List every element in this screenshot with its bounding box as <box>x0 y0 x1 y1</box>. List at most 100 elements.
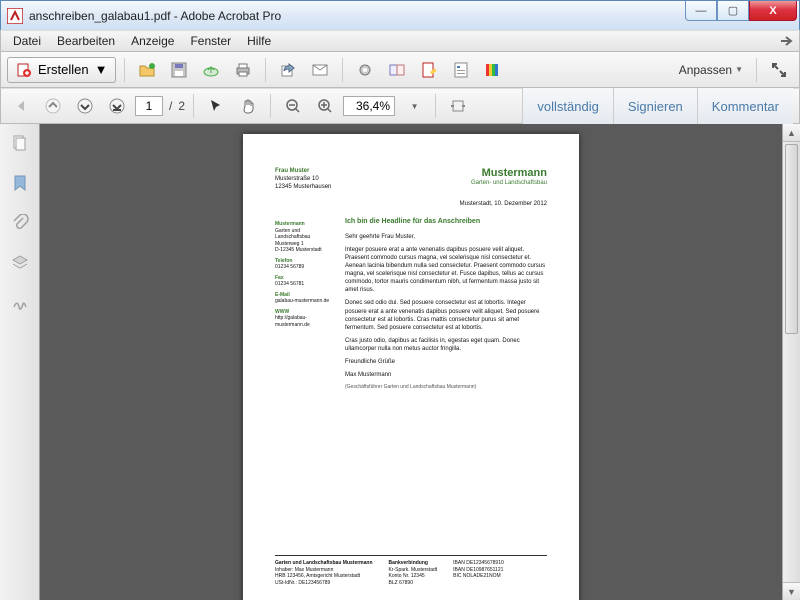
arrow-down-icon <box>77 98 93 114</box>
navigation-panel <box>0 124 40 600</box>
separator <box>435 94 436 118</box>
side-l1c: D-12345 Musterstadt <box>275 247 335 254</box>
acrobat-icon <box>7 8 23 24</box>
window-titlebar: anschreiben_galabau1.pdf - Adobe Acrobat… <box>0 0 800 30</box>
scroll-track[interactable] <box>783 142 800 582</box>
f3l1: IBAN DE12345678910 <box>453 560 504 567</box>
side-l4: galabau-mustermann.de <box>275 298 335 305</box>
anpassen-button[interactable]: Anpassen▼ <box>674 57 748 83</box>
fit-width-button[interactable] <box>444 93 472 119</box>
scroll-down-button[interactable]: ▼ <box>783 582 800 600</box>
scroll-thumb[interactable] <box>785 144 798 334</box>
page-down-button[interactable] <box>71 93 99 119</box>
signatures-icon[interactable] <box>11 294 29 312</box>
page-total: 2 <box>178 99 185 113</box>
separator <box>265 58 266 82</box>
combine-button[interactable] <box>383 57 411 83</box>
cursor-icon <box>208 98 224 114</box>
print-icon <box>234 61 252 79</box>
share-icon <box>279 61 297 79</box>
hand-tool-button[interactable] <box>234 93 262 119</box>
letter-headline: Ich bin die Headline für das Anschreiben <box>345 217 547 226</box>
document-viewport[interactable]: Frau Muster Musterstraße 10 12345 Muster… <box>40 124 782 600</box>
bookmarks-icon[interactable] <box>11 174 29 192</box>
email-button[interactable] <box>306 57 334 83</box>
tab-kommentar[interactable]: Kommentar <box>697 88 793 124</box>
letter-p3: Cras justo odio, dapibus ac facilisis in… <box>345 337 547 353</box>
create-button[interactable]: Erstellen ▼ <box>7 57 116 83</box>
select-tool-button[interactable] <box>202 93 230 119</box>
reading-mode-button[interactable] <box>765 57 793 83</box>
chevron-down-icon: ▼ <box>411 102 419 111</box>
scroll-up-button[interactable]: ▲ <box>783 124 800 142</box>
cloud-button[interactable] <box>197 57 225 83</box>
window-maximize-button[interactable]: ▢ <box>717 1 749 21</box>
zoom-input[interactable] <box>343 96 395 116</box>
letter-closing: Freundliche Grüße <box>345 358 547 366</box>
brand-sub: Garten- und Landschaftsbau <box>471 180 547 186</box>
letterhead-brand: Mustermann Garten- und Landschaftsbau <box>471 168 547 191</box>
gear-icon <box>356 61 374 79</box>
edit-pdf-icon <box>420 61 438 79</box>
zoom-dropdown[interactable]: ▼ <box>399 93 427 119</box>
zoom-in-button[interactable] <box>311 93 339 119</box>
letter-body: Ich bin die Headline für das Anschreiben… <box>345 217 547 555</box>
hand-icon <box>240 98 256 114</box>
arrow-up-icon <box>45 98 61 114</box>
edit-pdf-button[interactable] <box>415 57 443 83</box>
tab-vollstaendig[interactable]: vollständig <box>522 88 612 124</box>
print-button[interactable] <box>229 57 257 83</box>
cloud-icon <box>202 61 220 79</box>
content-area: Frau Muster Musterstraße 10 12345 Muster… <box>0 124 800 600</box>
window-controls: — ▢ X <box>685 1 797 21</box>
first-page-button[interactable] <box>7 93 35 119</box>
share-button[interactable] <box>274 57 302 83</box>
attachments-icon[interactable] <box>11 214 29 232</box>
recipient-address: Frau Muster Musterstraße 10 12345 Muster… <box>275 168 331 191</box>
rainbow-icon <box>484 61 502 79</box>
fit-width-icon <box>450 98 466 114</box>
last-page-button[interactable] <box>103 93 131 119</box>
settings-button[interactable] <box>351 57 379 83</box>
menu-bearbeiten[interactable]: Bearbeiten <box>49 34 123 48</box>
toolbar-pagenav: / 2 ▼ vollständig Signieren Kommentar <box>0 88 800 124</box>
f3l3: BIC NOLADE21NOM <box>453 573 504 580</box>
side-l3: 01234 56781 <box>275 281 335 288</box>
menu-hilfe[interactable]: Hilfe <box>239 34 279 48</box>
toolbar-main: Erstellen ▼ Anpassen▼ <box>0 52 800 88</box>
envelope-icon <box>311 61 329 79</box>
layers-icon[interactable] <box>11 254 29 272</box>
letter-p2: Donec sed odio dui. Sed posuere consecte… <box>345 299 547 331</box>
page-number-input[interactable] <box>135 96 163 116</box>
separator <box>270 94 271 118</box>
save-icon <box>170 61 188 79</box>
expand-icon <box>770 61 788 79</box>
form-button[interactable] <box>447 57 475 83</box>
separator <box>756 58 757 82</box>
arrow-right-icon <box>109 98 125 114</box>
create-pdf-icon <box>16 62 32 78</box>
zoom-out-button[interactable] <box>279 93 307 119</box>
separator <box>124 58 125 82</box>
menu-anzeige[interactable]: Anzeige <box>123 34 182 48</box>
window-close-button[interactable]: X <box>749 1 797 21</box>
multimedia-button[interactable] <box>479 57 507 83</box>
combine-icon <box>388 61 406 79</box>
form-icon <box>452 61 470 79</box>
side-l5: http://galabau-mustermann.de <box>275 315 335 328</box>
tab-signieren[interactable]: Signieren <box>613 88 697 124</box>
menu-fenster[interactable]: Fenster <box>182 34 239 48</box>
collapse-menubar-icon[interactable] <box>779 34 793 48</box>
open-button[interactable] <box>133 57 161 83</box>
zoom-out-icon <box>285 98 301 114</box>
save-button[interactable] <box>165 57 193 83</box>
f2l3: BLZ 67890 <box>389 580 438 587</box>
window-minimize-button[interactable]: — <box>685 1 717 21</box>
letter-salutation: Sehr geehrte Frau Muster, <box>345 233 547 241</box>
pages-icon[interactable] <box>11 134 29 152</box>
page-up-button[interactable] <box>39 93 67 119</box>
separator <box>342 58 343 82</box>
f1l3: USt-IdNr.: DE123456789 <box>275 580 373 587</box>
menu-datei[interactable]: Datei <box>5 34 49 48</box>
vertical-scrollbar[interactable]: ▲ ▼ <box>782 124 800 600</box>
